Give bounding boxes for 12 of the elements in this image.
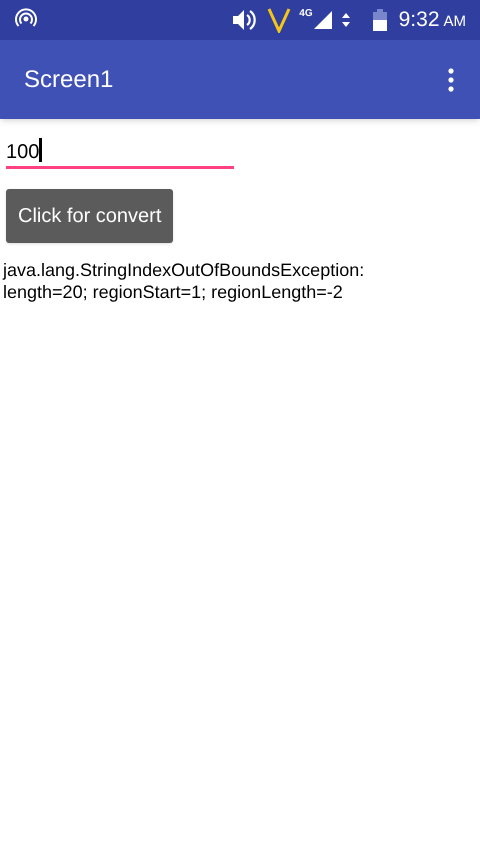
clock-meridiem: AM (444, 12, 466, 32)
network-type: 4G (299, 7, 313, 21)
overflow-menu-icon[interactable] (448, 68, 454, 92)
battery-icon (372, 9, 387, 31)
input-field[interactable]: 100 (6, 135, 234, 169)
convert-button[interactable]: Click for convert (6, 189, 174, 243)
v-logo-icon (267, 7, 292, 33)
data-arrows-icon (340, 12, 351, 28)
clock-time: 9:32 (398, 7, 440, 34)
app-title: Screen1 (24, 64, 114, 94)
signal-icon (312, 10, 333, 30)
error-message: java.lang.StringIndexOutOfBoundsException: length=20; regionStart=1; regionLength=-2 (2, 259, 366, 303)
